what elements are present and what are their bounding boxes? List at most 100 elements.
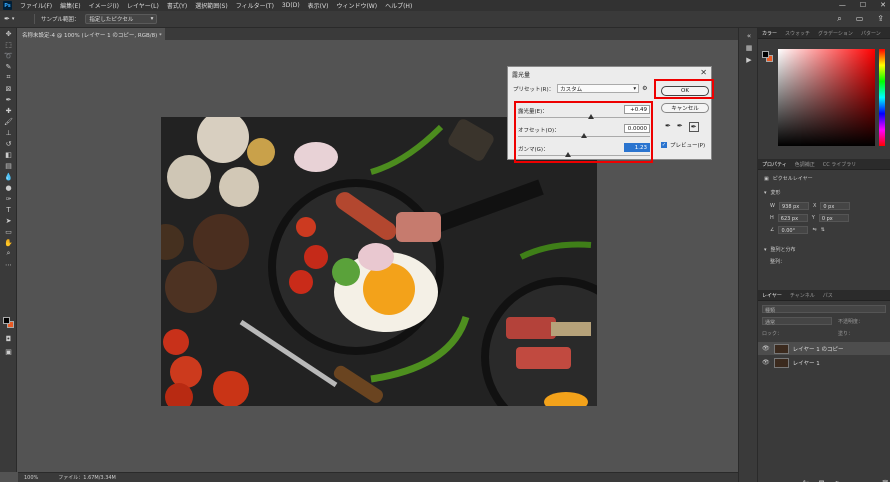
brush-tool-icon[interactable]: 🖌	[0, 116, 17, 127]
tab-paths[interactable]: パス	[823, 292, 833, 299]
offset-input[interactable]: 0.0000	[624, 124, 650, 133]
document-tab[interactable]: 名称未設定-4 @ 100% (レイヤー 1 のコピー, RGB/8) * ×	[18, 28, 171, 40]
shape-tool-icon[interactable]: ▭	[0, 226, 17, 237]
foreground-color-swatch[interactable]	[762, 51, 769, 58]
black-point-eyedropper-icon[interactable]: ✒	[665, 122, 671, 132]
dialog-title-bar[interactable]: 露光量 ✕	[508, 67, 711, 80]
menu-view[interactable]: 表示(V)	[308, 1, 329, 10]
tab-layers[interactable]: レイヤー	[762, 292, 782, 299]
pen-tool-icon[interactable]: ✑	[0, 193, 17, 204]
height-input[interactable]: 623 px	[777, 214, 808, 222]
history-brush-tool-icon[interactable]: ↺	[0, 138, 17, 149]
menu-edit[interactable]: 編集(E)	[60, 1, 80, 10]
tab-channels[interactable]: チャンネル	[790, 292, 815, 299]
menu-window[interactable]: ウィンドウ(W)	[336, 1, 377, 10]
gamma-slider-track[interactable]	[518, 155, 650, 156]
exposure-slider-thumb[interactable]	[587, 114, 594, 119]
blur-tool-icon[interactable]: 💧	[0, 171, 17, 182]
actions-panel-icon[interactable]: ▶	[739, 54, 759, 66]
menu-help[interactable]: ヘルプ(H)	[385, 1, 412, 10]
gamma-input[interactable]: 1.23	[624, 143, 650, 152]
flip-vertical-icon[interactable]: ⇅	[821, 227, 825, 233]
cancel-button[interactable]: キャンセル	[661, 103, 709, 113]
visibility-eye-icon[interactable]: 👁	[762, 359, 770, 366]
preview-option[interactable]: ✓ プレビュー(P)	[661, 141, 705, 149]
frame-tool-icon[interactable]: ⊠	[0, 83, 17, 94]
angle-input[interactable]: 0.00°	[778, 226, 809, 234]
lasso-tool-icon[interactable]: ➰	[0, 50, 17, 61]
tab-patterns[interactable]: パターン	[861, 30, 881, 37]
color-picker-field[interactable]	[778, 49, 875, 146]
white-point-eyedropper-icon[interactable]: ✒	[688, 122, 699, 132]
dodge-tool-icon[interactable]: ●	[0, 182, 17, 193]
quick-select-tool-icon[interactable]: ✎	[0, 61, 17, 72]
layer-row[interactable]: 👁 レイヤー 1 のコピー	[758, 342, 890, 355]
tab-color[interactable]: カラー	[762, 30, 777, 37]
eraser-tool-icon[interactable]: ◧	[0, 149, 17, 160]
zoom-tool-icon[interactable]: ⌕	[0, 248, 17, 259]
crop-tool-icon[interactable]: ⌗	[0, 72, 17, 83]
layer-kind-filter[interactable]: 種類	[762, 305, 886, 314]
move-tool-icon[interactable]: ✥	[0, 28, 17, 39]
width-input[interactable]: 938 px	[778, 202, 809, 210]
more-tools-icon[interactable]: ⋯	[0, 259, 17, 270]
healing-tool-icon[interactable]: ✚	[0, 105, 17, 116]
menu-layer[interactable]: レイヤー(L)	[127, 1, 159, 10]
menu-filter[interactable]: フィルター(T)	[236, 1, 274, 10]
workspace-icon[interactable]: ▭	[856, 14, 864, 24]
tool-preset-picker[interactable]: ✒ ▾	[4, 14, 28, 25]
dialog-close-icon[interactable]: ✕	[700, 68, 707, 77]
x-input[interactable]: 0 px	[820, 202, 851, 210]
menu-file[interactable]: ファイル(F)	[20, 1, 52, 10]
stamp-tool-icon[interactable]: ⊥	[0, 127, 17, 138]
transform-header[interactable]: ▾ 変形	[764, 189, 781, 197]
share-icon[interactable]: ⇪	[877, 14, 884, 24]
close-icon[interactable]: ✕	[880, 1, 886, 9]
preset-select[interactable]: カスタム ▾	[557, 84, 640, 93]
quick-mask-icon[interactable]: ◘	[0, 333, 17, 344]
preset-options-gear-icon[interactable]: ⚙	[642, 85, 647, 92]
menu-3d[interactable]: 3D(D)	[282, 2, 300, 9]
align-header[interactable]: ▾ 整列と分布	[764, 246, 796, 254]
blend-mode-select[interactable]: 通常	[762, 317, 832, 326]
marquee-tool-icon[interactable]: ⬚	[0, 39, 17, 50]
type-tool-icon[interactable]: T	[0, 204, 17, 215]
minimize-icon[interactable]: —	[839, 1, 846, 9]
path-select-tool-icon[interactable]: ➤	[0, 215, 17, 226]
hue-slider[interactable]	[879, 49, 885, 146]
hand-tool-icon[interactable]: ✋	[0, 237, 17, 248]
offset-slider-thumb[interactable]	[581, 133, 587, 138]
gamma-slider-thumb[interactable]	[565, 152, 572, 157]
eyedropper-tool-icon[interactable]: ✒	[0, 94, 17, 105]
sample-size-select[interactable]: 指定したピクセル ▾	[85, 14, 158, 24]
tab-cc-libraries[interactable]: CC ライブラリ	[823, 161, 857, 168]
layer-row[interactable]: 👁 レイヤー 1	[758, 356, 890, 369]
visibility-eye-icon[interactable]: 👁	[762, 345, 770, 352]
tab-swatches[interactable]: スウォッチ	[785, 30, 810, 37]
sliders-group: 露光量(E)： +0.49 オフセット(O)： 0.0000 ガンマ(G)： 1…	[517, 105, 654, 160]
file-info[interactable]: ファイル：1.67M/3.34M	[58, 474, 116, 481]
collapse-panels-icon[interactable]: «	[739, 30, 759, 42]
chevron-down-icon: ▾	[764, 189, 767, 196]
flip-horizontal-icon[interactable]: ⇋	[812, 227, 816, 233]
exposure-input[interactable]: +0.49	[624, 105, 650, 114]
gamma-label: ガンマ(G)：	[518, 147, 549, 153]
foreground-color-swatch[interactable]	[3, 317, 10, 324]
screen-mode-icon[interactable]: ▣	[0, 346, 17, 357]
maximize-icon[interactable]: ☐	[860, 1, 866, 9]
exposure-slider-track[interactable]	[518, 117, 650, 118]
history-panel-icon[interactable]: ▦	[739, 42, 759, 54]
zoom-level[interactable]: 100%	[24, 475, 38, 481]
tab-gradients[interactable]: グラデーション	[818, 30, 853, 37]
tab-adjustments[interactable]: 色調補正	[795, 161, 815, 168]
gray-point-eyedropper-icon[interactable]: ✒	[677, 122, 683, 132]
ok-button[interactable]: OK	[661, 86, 709, 96]
menu-image[interactable]: イメージ(I)	[89, 1, 119, 10]
gradient-tool-icon[interactable]: ▤	[0, 160, 17, 171]
y-input[interactable]: 0 px	[818, 214, 849, 222]
tab-properties[interactable]: プロパティ	[762, 161, 787, 168]
menu-select[interactable]: 選択範囲(S)	[195, 1, 228, 10]
menu-type[interactable]: 書式(Y)	[167, 1, 187, 10]
search-icon[interactable]: ⌕	[837, 14, 841, 24]
preview-checkbox[interactable]: ✓	[661, 142, 667, 148]
